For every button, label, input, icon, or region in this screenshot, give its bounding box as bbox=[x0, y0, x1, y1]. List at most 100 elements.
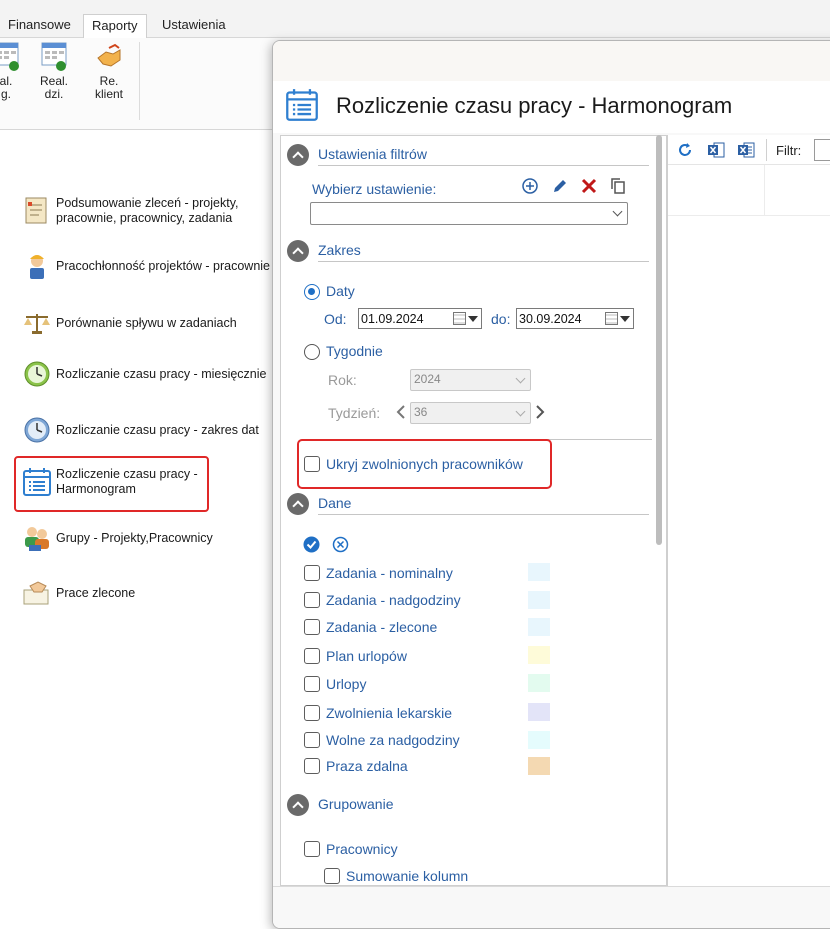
ribbon-tabbar: Finansowe Raporty Ustawienia bbox=[0, 0, 830, 39]
report-item-rozliczanie-zakres[interactable]: Rozliczanie czasu pracy - zakres dat bbox=[22, 415, 271, 445]
report-item-porownanie[interactable]: Porównanie spływu w zadaniach bbox=[22, 308, 271, 338]
to-label: do: bbox=[491, 311, 511, 327]
handshake-icon bbox=[95, 42, 123, 72]
dialog-titlebar[interactable] bbox=[273, 41, 830, 81]
report-item-label: Podsumowanie zleceń - projekty, pracowni… bbox=[56, 196, 239, 225]
from-date-picker[interactable]: 01.09.2024 bbox=[358, 308, 482, 329]
ribbon-button-real-g[interactable]: al. g. bbox=[0, 42, 26, 101]
section-title: Ustawienia filtrów bbox=[318, 146, 427, 162]
year-value: 2024 bbox=[414, 372, 441, 386]
tab-finansowe[interactable]: Finansowe bbox=[0, 14, 79, 38]
chevron-right-icon[interactable] bbox=[535, 405, 545, 419]
collapse-chevron-icon[interactable] bbox=[287, 794, 309, 816]
report-item-label: Rozliczanie czasu pracy - miesięcznie bbox=[56, 366, 267, 381]
data-checkbox[interactable] bbox=[304, 648, 320, 664]
grid-toolbar: Filtr: bbox=[668, 135, 830, 165]
calendar-icon[interactable] bbox=[605, 312, 618, 325]
grid-header-divider bbox=[668, 215, 830, 216]
collapse-chevron-icon[interactable] bbox=[287, 240, 309, 262]
add-icon[interactable] bbox=[521, 177, 539, 195]
calendar-icon[interactable] bbox=[453, 312, 466, 325]
data-item-label: Zadania - zlecone bbox=[326, 619, 438, 635]
dialog-title: Rozliczenie czasu pracy - Harmonogram bbox=[336, 93, 733, 118]
clock-blue-icon bbox=[22, 415, 52, 445]
filter-panel: Ustawienia filtrów Wybierz ustawienie: Z… bbox=[280, 135, 667, 886]
dropdown-arrow-icon[interactable] bbox=[620, 316, 630, 322]
section-filter-settings[interactable]: Ustawienia filtrów bbox=[287, 144, 649, 168]
filter-input[interactable] bbox=[814, 139, 830, 161]
results-grid: Filtr: bbox=[667, 135, 830, 886]
tab-ustawienia[interactable]: Ustawienia bbox=[154, 14, 234, 38]
section-divider bbox=[318, 261, 649, 262]
report-item-label: Pracochłonność projektów - pracownie bbox=[56, 258, 270, 273]
collapse-chevron-icon[interactable] bbox=[287, 493, 309, 515]
year-select[interactable]: 2024 bbox=[410, 369, 531, 391]
data-checkbox[interactable] bbox=[304, 619, 320, 635]
delete-x-icon[interactable] bbox=[580, 177, 598, 195]
choose-setting-label: Wybierz ustawienie: bbox=[312, 181, 437, 197]
excel-export-alt-icon[interactable] bbox=[737, 141, 755, 159]
color-swatch bbox=[528, 703, 550, 721]
from-date-value: 01.09.2024 bbox=[361, 312, 424, 326]
sum-columns-checkbox[interactable] bbox=[324, 868, 340, 884]
grid-column-divider bbox=[764, 165, 765, 215]
filter-setting-select[interactable] bbox=[310, 202, 628, 225]
ribbon-button-real-dzi[interactable]: Real. dzi. bbox=[34, 42, 74, 101]
collapse-chevron-icon[interactable] bbox=[287, 144, 309, 166]
ribbon-button-label: Real. dzi. bbox=[39, 74, 68, 101]
refresh-icon[interactable] bbox=[677, 142, 693, 158]
dialog-footer bbox=[273, 886, 830, 928]
worker-icon bbox=[22, 251, 52, 281]
report-item-rozliczanie-miesiecznie[interactable]: Rozliczanie czasu pracy - miesięcznie bbox=[22, 359, 271, 389]
to-date-picker[interactable]: 30.09.2024 bbox=[516, 308, 634, 329]
report-spreadsheet-icon bbox=[0, 42, 20, 72]
group-employees-checkbox[interactable] bbox=[304, 841, 320, 857]
report-item-pracochlonnosc[interactable]: Pracochłonność projektów - pracownie bbox=[22, 251, 271, 281]
report-item-label: Rozliczanie czasu pracy - zakres dat bbox=[56, 422, 259, 437]
data-checkbox[interactable] bbox=[304, 676, 320, 692]
section-title: Dane bbox=[318, 495, 352, 511]
calendar-list-icon bbox=[285, 88, 319, 122]
select-all-check-icon[interactable] bbox=[303, 536, 320, 553]
data-item-label: Praza zdalna bbox=[326, 758, 408, 774]
data-item-label: Zadania - nominalny bbox=[326, 565, 453, 581]
data-checkbox[interactable] bbox=[304, 758, 320, 774]
color-swatch bbox=[528, 563, 550, 581]
section-grouping[interactable]: Grupowanie bbox=[287, 794, 649, 818]
deselect-all-x-icon[interactable] bbox=[332, 536, 349, 553]
sum-columns-label: Sumowanie kolumn bbox=[346, 868, 469, 884]
to-date-value: 30.09.2024 bbox=[519, 312, 582, 326]
radio-weeks-label: Tygodnie bbox=[326, 343, 383, 359]
excel-export-icon[interactable] bbox=[707, 141, 725, 159]
chevron-left-icon[interactable] bbox=[396, 405, 406, 419]
copy-icon[interactable] bbox=[609, 177, 627, 195]
section-data[interactable]: Dane bbox=[287, 493, 649, 517]
report-item-grupy[interactable]: Grupy - Projekty,Pracownicy bbox=[22, 523, 271, 553]
radio-dates-label: Daty bbox=[326, 283, 355, 299]
report-item-podsumowanie[interactable]: Podsumowanie zleceń - projekty, pracowni… bbox=[22, 196, 271, 226]
data-checkbox[interactable] bbox=[304, 705, 320, 721]
highlight-selected-report bbox=[14, 456, 209, 512]
radio-dates[interactable] bbox=[304, 284, 320, 300]
report-item-label: Grupy - Projekty,Pracownicy bbox=[56, 530, 213, 545]
radio-weeks[interactable] bbox=[304, 344, 320, 360]
tab-raporty[interactable]: Raporty bbox=[83, 14, 147, 39]
data-item-label: Zwolnienia lekarskie bbox=[326, 705, 453, 721]
report-item-prace-zlecone[interactable]: Prace zlecone bbox=[22, 578, 271, 608]
color-swatch bbox=[528, 591, 550, 609]
edit-pencil-icon[interactable] bbox=[551, 177, 569, 195]
data-checkbox[interactable] bbox=[304, 565, 320, 581]
section-range[interactable]: Zakres bbox=[287, 240, 649, 264]
color-swatch bbox=[528, 646, 550, 664]
ribbon-button-re-klient[interactable]: Re. klient bbox=[89, 42, 129, 101]
dropdown-arrow-icon[interactable] bbox=[468, 316, 478, 322]
clock-green-icon bbox=[22, 359, 52, 389]
data-item-label: Plan urlopów bbox=[326, 648, 407, 664]
data-checkbox[interactable] bbox=[304, 732, 320, 748]
panel-scrollbar[interactable] bbox=[656, 135, 662, 545]
report-spreadsheet-icon bbox=[40, 42, 68, 72]
data-checkbox[interactable] bbox=[304, 592, 320, 608]
group-employees-label: Pracownicy bbox=[326, 841, 398, 857]
data-item-label: Wolne za nadgodziny bbox=[326, 732, 460, 748]
week-select[interactable]: 36 bbox=[410, 402, 531, 424]
